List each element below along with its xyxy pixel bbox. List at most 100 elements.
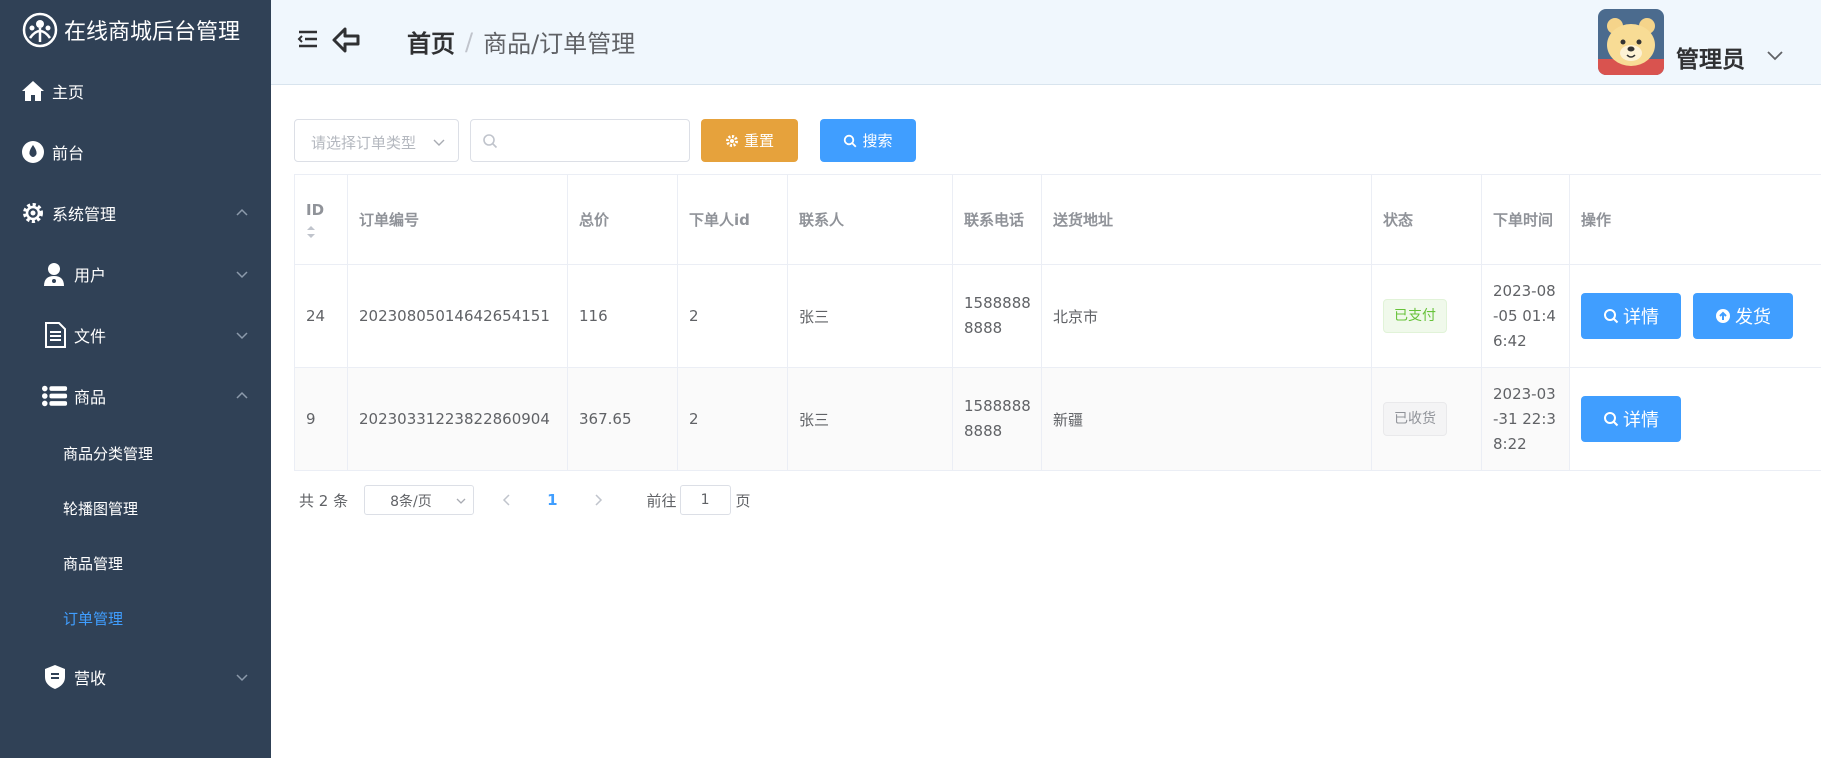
sidebar-item-system[interactable]: 系统管理 <box>0 182 271 243</box>
page-size-select[interactable]: 8条/页 <box>364 485 475 515</box>
badge-icon <box>42 664 68 690</box>
search-icon <box>1604 412 1619 427</box>
column-header-phone: 联系电话 <box>952 175 1041 264</box>
detail-button[interactable]: 详情 <box>1581 396 1681 442</box>
column-header-order-no: 订单编号 <box>347 175 567 264</box>
search-input[interactable] <box>503 126 683 156</box>
sidebar-item-revenue[interactable]: 营收 <box>0 646 271 707</box>
sidebar-item-home[interactable]: 主页 <box>0 60 271 121</box>
breadcrumb: 首页 / 商品/订单管理 <box>407 24 635 59</box>
phone-line: 1588888 <box>964 397 1031 415</box>
search-icon <box>483 134 498 149</box>
cell-status: 已支付 <box>1371 265 1481 367</box>
column-header-label: ID <box>306 200 325 219</box>
user-icon <box>42 261 68 287</box>
breadcrumb-separator: / <box>465 27 474 56</box>
cell-address: 新疆 <box>1041 368 1371 470</box>
chevron-down-icon <box>236 331 248 339</box>
order-type-select[interactable]: 请选择订单类型 <box>294 119 459 162</box>
phone-line: 1588888 <box>964 294 1031 312</box>
ship-icon <box>1716 309 1730 323</box>
detail-button[interactable]: 详情 <box>1581 293 1681 339</box>
cell-user-id: 2 <box>677 265 787 367</box>
breadcrumb-home[interactable]: 首页 <box>407 24 455 59</box>
time-line: 6:42 <box>1493 331 1527 350</box>
sidebar-item-label: 营收 <box>74 668 107 688</box>
sidebar-item-files[interactable]: 文件 <box>0 304 271 365</box>
chevron-up-icon <box>236 208 248 216</box>
search-button[interactable]: 搜索 <box>820 119 916 162</box>
column-header-time: 下单时间 <box>1481 175 1569 264</box>
back-arrow-icon[interactable] <box>331 26 361 54</box>
cell-actions: 详情 发货 <box>1569 265 1821 367</box>
sidebar-item-goods[interactable]: 商品 <box>0 365 271 426</box>
column-header-user-id: 下单人id <box>677 175 787 264</box>
avatar[interactable] <box>1598 9 1664 75</box>
sidebar-item-frontend[interactable]: 前台 <box>0 121 271 182</box>
phone-line: 8888 <box>964 422 1003 440</box>
table-row: 9 20230331223822860904 367.65 2 张三 15888… <box>294 368 1821 471</box>
column-header-total: 总价 <box>567 175 677 264</box>
sidebar-item-label: 前台 <box>52 143 85 163</box>
chevron-down-icon[interactable] <box>1766 46 1784 64</box>
drop-icon <box>20 139 46 165</box>
table-header-row: ID 订单编号 总价 下单人id 联系人 联系电话 送货地址 状态 下单时间 操… <box>294 175 1821 265</box>
table-row: 24 20230805014642654151 116 2 张三 1588888… <box>294 265 1821 368</box>
list-icon <box>42 383 68 409</box>
cell-contact: 张三 <box>787 368 952 470</box>
cell-total: 367.65 <box>567 368 677 470</box>
search-field[interactable] <box>470 119 690 162</box>
chevron-left-icon[interactable] <box>500 493 514 507</box>
bear-avatar-icon <box>1598 18 1664 75</box>
cell-actions: 详情 <box>1569 368 1821 470</box>
detail-label: 详情 <box>1623 307 1659 327</box>
sidebar: 在线商城后台管理 主页 前台 系统管理 用户 文件 商品 商品分类管理 轮播图管… <box>0 0 271 758</box>
goto-unit: 页 <box>735 491 751 510</box>
sidebar-item-carousel[interactable]: 轮播图管理 <box>0 481 271 536</box>
time-line: -05 01:4 <box>1493 306 1556 325</box>
cell-status: 已收货 <box>1371 368 1481 470</box>
column-header-id[interactable]: ID <box>294 175 347 264</box>
time-line: 2023-03 <box>1493 384 1556 403</box>
sidebar-item-category[interactable]: 商品分类管理 <box>0 426 271 481</box>
cell-phone: 1588888 8888 <box>952 368 1041 470</box>
goto-page-input[interactable]: 1 <box>679 485 731 515</box>
ship-label: 发货 <box>1735 307 1771 327</box>
user-name[interactable]: 管理员 <box>1676 40 1745 74</box>
column-header-status: 状态 <box>1371 175 1481 264</box>
status-badge: 已收货 <box>1383 402 1447 436</box>
page-size-value: 8条/页 <box>390 494 432 510</box>
sidebar-item-goods-manage[interactable]: 商品管理 <box>0 536 271 591</box>
cell-total: 116 <box>567 265 677 367</box>
chevron-right-icon[interactable] <box>591 493 605 507</box>
order-type-placeholder: 请选择订单类型 <box>311 134 417 152</box>
sidebar-item-label: 系统管理 <box>52 204 117 224</box>
app-title: 在线商城后台管理 <box>64 20 241 45</box>
cell-id: 24 <box>294 265 347 367</box>
chevron-down-icon <box>433 139 445 146</box>
home-icon <box>20 78 46 104</box>
order-table: ID 订单编号 总价 下单人id 联系人 联系电话 送货地址 状态 下单时间 操… <box>294 174 1821 471</box>
cell-order-no: 20230805014642654151 <box>347 265 567 367</box>
gear-icon <box>725 134 738 147</box>
reset-button[interactable]: 重置 <box>701 119 798 162</box>
chevron-down-icon <box>236 270 248 278</box>
sort-caret-icon[interactable] <box>306 225 316 239</box>
logo-icon <box>22 12 58 48</box>
page-number[interactable]: 1 <box>547 491 557 509</box>
pagination-total: 共 2 条 <box>299 491 349 510</box>
search-label: 搜索 <box>862 133 893 150</box>
sidebar-item-users[interactable]: 用户 <box>0 243 271 304</box>
detail-label: 详情 <box>1623 410 1659 430</box>
ship-button[interactable]: 发货 <box>1693 293 1793 339</box>
sidebar-item-label: 主页 <box>52 82 85 102</box>
sidebar-item-orders[interactable]: 订单管理 <box>0 591 271 646</box>
cell-user-id: 2 <box>677 368 787 470</box>
cell-id: 9 <box>294 368 347 470</box>
sidebar-item-label: 商品 <box>74 387 107 407</box>
reset-label: 重置 <box>743 133 774 150</box>
cell-time: 2023-08 -05 01:4 6:42 <box>1481 265 1569 367</box>
menu-fold-icon[interactable] <box>297 28 319 50</box>
cell-phone: 1588888 8888 <box>952 265 1041 367</box>
cell-order-no: 20230331223822860904 <box>347 368 567 470</box>
